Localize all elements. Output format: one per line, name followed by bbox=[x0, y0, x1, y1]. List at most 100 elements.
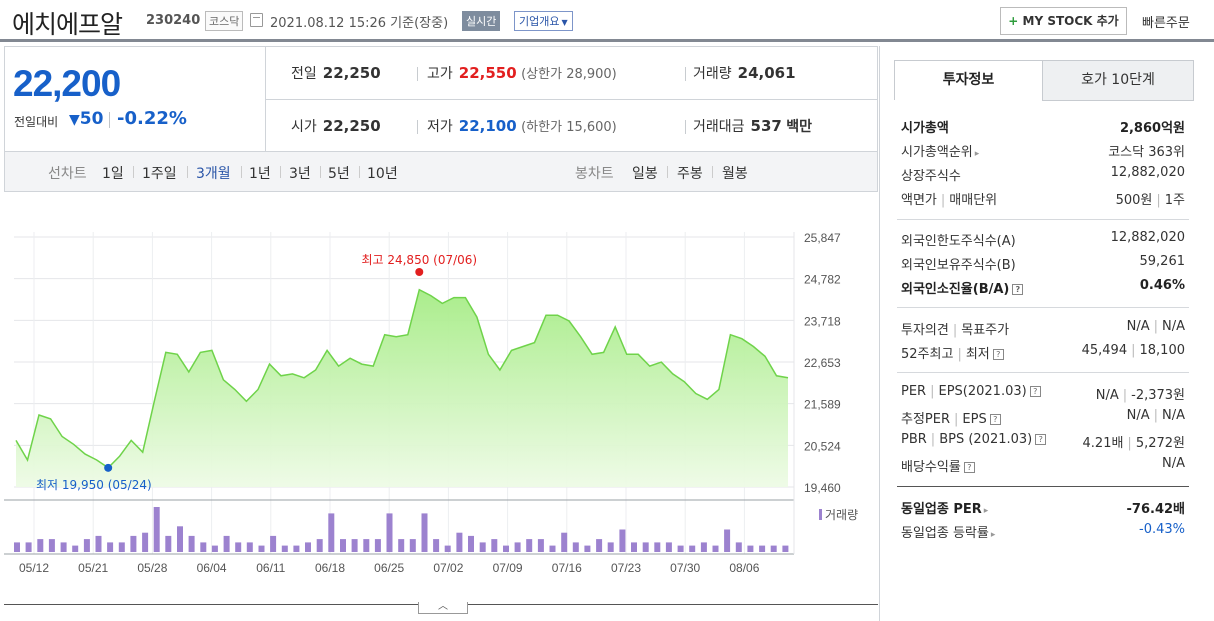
volume-bar bbox=[270, 535, 277, 552]
low-price: 저가 22,100 (하한가 15,600) bbox=[427, 117, 617, 135]
y-tick-label: 20,524 bbox=[804, 439, 841, 453]
chevron-up-icon: ︿ bbox=[438, 601, 448, 612]
volume-legend-swatch bbox=[819, 509, 822, 520]
help-icon[interactable]: ? bbox=[989, 414, 1001, 425]
price-chart: 25,847 24,782 23,718 22,653 21,589 20,524 19,4… bbox=[4, 192, 878, 614]
price-chart-svg: 25,847 24,782 23,718 22,653 21,589 20,524 19,4… bbox=[4, 231, 858, 575]
tab-orderbook[interactable]: 호가 10단계 bbox=[1042, 60, 1194, 101]
low-marker bbox=[104, 463, 113, 472]
period-5y[interactable]: 5년 bbox=[328, 163, 350, 183]
collapse-chart-button[interactable]: ︿ bbox=[418, 602, 468, 614]
investment-info-panel: 호가 10단계 투자정보 시가총액 2,860억원 시가총액순위 ▸ 코스닥 363위… bbox=[879, 46, 1214, 621]
x-tick-label: 08/06 bbox=[729, 561, 759, 575]
x-tick-label: 06/11 bbox=[256, 561, 285, 575]
high-annotation: 최고 24,850 (07/06) bbox=[361, 253, 477, 267]
volume-bar bbox=[537, 539, 544, 552]
volume-bar bbox=[258, 545, 265, 552]
volume-bar bbox=[37, 539, 44, 552]
volume-bar bbox=[619, 529, 626, 552]
volume-bar bbox=[60, 542, 67, 552]
period-10y[interactable]: 10년 bbox=[367, 163, 398, 183]
dividend-row: 배당수익률? N/A bbox=[901, 456, 1185, 475]
help-icon[interactable]: ? bbox=[1012, 284, 1024, 295]
cap-rank-row[interactable]: 시가총액순위 ▸ 코스닥 363위 bbox=[901, 139, 1185, 161]
price-area bbox=[16, 289, 788, 487]
volume-bar bbox=[735, 542, 742, 552]
industry-per-row[interactable]: 동일업종 PER ▸ -76.42배 bbox=[901, 496, 1185, 518]
volume-bar bbox=[83, 539, 90, 552]
add-mystock-button[interactable]: + MY STOCK 추가 bbox=[1000, 7, 1127, 35]
volume-bar bbox=[712, 545, 719, 552]
volume-bar bbox=[25, 542, 32, 552]
help-icon[interactable]: ? bbox=[1035, 434, 1047, 445]
volume-bar bbox=[48, 539, 55, 552]
realtime-badge[interactable]: 실시간 bbox=[462, 11, 501, 31]
volume-bar bbox=[584, 545, 591, 552]
line-chart-label: 선차트 bbox=[48, 166, 87, 182]
volume-bar bbox=[398, 539, 405, 552]
par-row: 액면가 | 매매단위 500원 | 1주 bbox=[901, 193, 1185, 208]
calendar-icon bbox=[250, 13, 263, 27]
y-tick-label: 24,782 bbox=[804, 273, 841, 287]
volume-bar bbox=[770, 545, 777, 552]
help-icon[interactable]: ? bbox=[992, 349, 1004, 360]
shares-row: 상장주식수 12,882,020 bbox=[901, 165, 1185, 184]
volume-bar bbox=[142, 532, 149, 552]
volume-bar bbox=[607, 542, 614, 552]
y-tick-label: 19,460 bbox=[804, 481, 841, 495]
high-price: 고가 22,550 (상한가 28,900) bbox=[427, 64, 617, 82]
volume-bar bbox=[724, 529, 731, 552]
volume-bar bbox=[293, 545, 300, 552]
volume-bar bbox=[503, 545, 509, 552]
market-badge: 코스닥 bbox=[205, 11, 244, 31]
volume-bar bbox=[118, 542, 125, 552]
volume-bar bbox=[14, 542, 20, 552]
open-price: 시가 22,250 bbox=[291, 117, 381, 135]
x-tick-label: 07/09 bbox=[493, 561, 523, 575]
volume-bar bbox=[479, 542, 486, 552]
prev-close: 전일 22,250 bbox=[291, 64, 381, 82]
volume-bar bbox=[363, 539, 370, 552]
volume-bar bbox=[677, 545, 684, 552]
x-tick-label: 07/30 bbox=[670, 561, 700, 575]
period-3m[interactable]: 3개월 bbox=[196, 163, 231, 183]
high-marker bbox=[415, 268, 424, 276]
x-tick-label: 07/02 bbox=[433, 561, 463, 575]
per-eps-row: PER | EPS(2021.03)? N/A | -2,373원 bbox=[901, 384, 1185, 403]
volume-bar bbox=[72, 545, 79, 552]
chart-period-bar: 선차트 1일 1주일 3개월 1년 3년 5년 10년 봉차트 일봉 주봉 월봉 bbox=[4, 152, 878, 192]
quick-order-link[interactable]: 빠른주문 bbox=[1142, 12, 1190, 31]
volume-bar bbox=[211, 545, 218, 552]
chevron-right-icon: ▸ bbox=[983, 506, 989, 516]
trade-amount: 거래대금 537 백만 bbox=[693, 117, 813, 135]
company-overview-dropdown[interactable]: 기업개요 ▼ bbox=[514, 11, 573, 31]
candle-monthly[interactable]: 월봉 bbox=[722, 163, 748, 183]
period-1d[interactable]: 1일 bbox=[102, 163, 124, 183]
candle-daily[interactable]: 일봉 bbox=[632, 163, 658, 183]
candle-weekly[interactable]: 주봉 bbox=[677, 163, 703, 183]
industry-rate-row[interactable]: 동일업종 등락률 ▸ -0.43% bbox=[901, 520, 1185, 542]
volume-bar bbox=[421, 513, 428, 552]
volume-bar bbox=[468, 535, 474, 552]
y-tick-label: 22,653 bbox=[804, 356, 841, 370]
x-tick-label: 05/28 bbox=[137, 561, 167, 575]
period-1w[interactable]: 1주일 bbox=[142, 163, 177, 183]
quote-datetime: 2021.08.12 15:26 기준(장중) bbox=[270, 16, 449, 31]
volume-bar bbox=[572, 542, 579, 552]
volume-bar bbox=[689, 545, 696, 552]
candle-chart-label: 봉차트 bbox=[575, 166, 614, 182]
help-icon[interactable]: ? bbox=[963, 462, 975, 473]
volume-bar bbox=[456, 532, 463, 552]
foreign-limit-row: 외국인한도주식수(A) 12,882,020 bbox=[901, 230, 1185, 249]
plus-icon: + bbox=[1008, 14, 1019, 28]
period-1y[interactable]: 1년 bbox=[249, 163, 271, 183]
volume-bar bbox=[444, 545, 451, 552]
x-tick-label: 07/23 bbox=[611, 561, 641, 575]
period-3y[interactable]: 3년 bbox=[289, 163, 311, 183]
stock-header: 에치에프알 230240 코스닥 2021.08.12 15:26 기준(장중)… bbox=[0, 0, 1214, 42]
help-icon[interactable]: ? bbox=[1029, 386, 1041, 397]
foreign-hold-row: 외국인보유주식수(B) 59,261 bbox=[901, 254, 1185, 273]
volume-bar bbox=[596, 539, 603, 552]
tab-investment-info[interactable]: 투자정보 bbox=[894, 60, 1043, 101]
volume-bar bbox=[235, 542, 242, 552]
